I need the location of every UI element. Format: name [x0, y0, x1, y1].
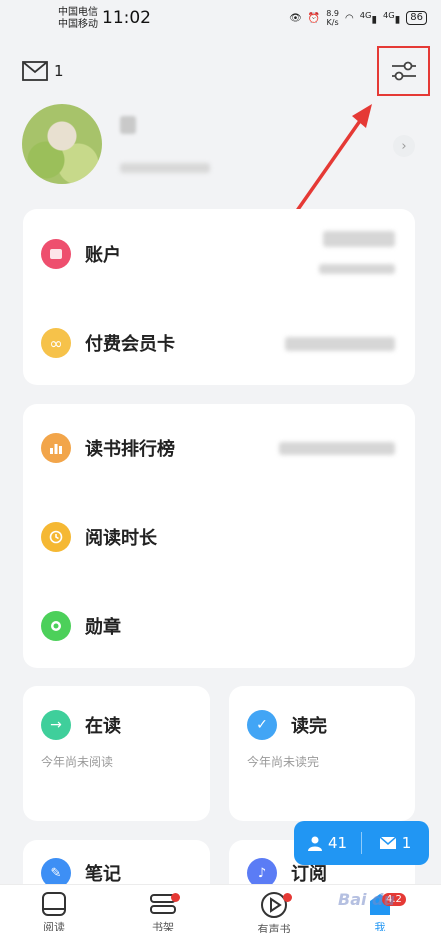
infinity-icon: ∞	[41, 328, 71, 358]
ranking-row[interactable]: 读书排行榜	[41, 433, 175, 463]
network-speed: 8.9 K/s	[326, 9, 339, 27]
username-blurred[interactable]	[120, 116, 136, 134]
bookshelf-badge-dot	[171, 893, 180, 902]
followers-count: 41	[327, 834, 348, 852]
nav-read[interactable]: 阅读	[24, 891, 84, 931]
avatar[interactable]	[22, 104, 102, 184]
membership-info-blurred	[285, 337, 395, 351]
account-row[interactable]: 账户	[41, 239, 121, 269]
tablet-icon	[42, 892, 66, 916]
tile-finished-title: 读完	[291, 716, 327, 737]
envelope-icon	[379, 837, 396, 849]
clock: 11:02	[102, 8, 151, 28]
profile-chevron-icon[interactable]: ›	[393, 135, 415, 157]
reading-time-label: 阅读时长	[85, 528, 157, 549]
account-detail-blurred	[319, 264, 395, 274]
nav-bookshelf[interactable]: 书架	[133, 891, 193, 931]
medal-icon	[41, 611, 71, 641]
baidu-watermark: Bai du	[338, 890, 395, 909]
status-icons: 👁 ⏰ 8.9 K/s ◠ 4G▮ 4G▮ 86	[289, 9, 427, 27]
status-bar: 中国电信 中国移动 11:02 👁 ⏰ 8.9 K/s ◠ 4G▮ 4G▮ 86	[0, 0, 441, 40]
settings-button[interactable]	[377, 46, 430, 96]
signal-icon-1: 4G▮	[359, 10, 377, 26]
user-signature-blurred	[120, 163, 210, 173]
tile-finished[interactable]: ✓ 读完 今年尚未读完	[229, 686, 415, 821]
eye-icon: 👁	[289, 12, 302, 24]
followers-segment[interactable]: 41	[294, 834, 361, 852]
medals-label: 勋章	[85, 617, 121, 638]
nav-me-label: 我	[374, 921, 386, 931]
alarm-icon: ⏰	[307, 12, 321, 24]
audiobook-badge-dot	[283, 893, 292, 902]
messages-segment[interactable]: 1	[362, 834, 429, 852]
medals-row[interactable]: 勋章	[41, 611, 121, 641]
tile-finished-subtitle: 今年尚未读完	[247, 755, 320, 769]
nav-audiobook[interactable]: 有声书	[244, 891, 304, 933]
nav-bookshelf-label: 书架	[152, 921, 174, 931]
arrow-right-icon: →	[41, 710, 71, 740]
tile-reading-subtitle: 今年尚未阅读	[41, 755, 114, 769]
nav-read-label: 阅读	[43, 921, 65, 931]
sliders-icon	[391, 61, 416, 81]
membership-row[interactable]: ∞ 付费会员卡	[41, 328, 175, 358]
battery-icon: 86	[406, 11, 427, 25]
mail-count: 1	[54, 62, 64, 80]
membership-label: 付费会员卡	[85, 334, 175, 355]
tile-notes-title: 笔记	[85, 864, 121, 885]
reading-time-row[interactable]: 阅读时长	[41, 522, 157, 552]
carrier-labels: 中国电信 中国移动	[58, 7, 98, 31]
clock-icon	[41, 522, 71, 552]
account-label: 账户	[85, 245, 121, 266]
account-balance-blurred	[323, 231, 395, 247]
reading-stats-card: 读书排行榜 阅读时长 勋章	[23, 404, 415, 668]
bar-chart-icon	[41, 433, 71, 463]
social-float-button[interactable]: 41 1	[294, 821, 429, 865]
person-icon	[307, 836, 322, 851]
messages-count: 1	[401, 834, 412, 852]
mail-icon	[22, 61, 48, 81]
wallet-icon	[41, 239, 71, 269]
check-icon: ✓	[247, 710, 277, 740]
tile-reading-title: 在读	[85, 716, 121, 737]
tile-reading[interactable]: → 在读 今年尚未阅读	[23, 686, 210, 821]
mail-button[interactable]: 1	[22, 61, 64, 81]
nav-audiobook-label: 有声书	[257, 923, 291, 933]
ranking-info-blurred	[279, 442, 395, 455]
signal-icon-2: 4G▮	[382, 10, 401, 26]
ranking-label: 读书排行榜	[85, 439, 175, 460]
carrier-1: 中国电信	[58, 7, 98, 18]
account-card: 账户 ∞ 付费会员卡	[23, 209, 415, 385]
wifi-icon: ◠	[344, 12, 354, 24]
carrier-2: 中国移动	[58, 19, 98, 30]
